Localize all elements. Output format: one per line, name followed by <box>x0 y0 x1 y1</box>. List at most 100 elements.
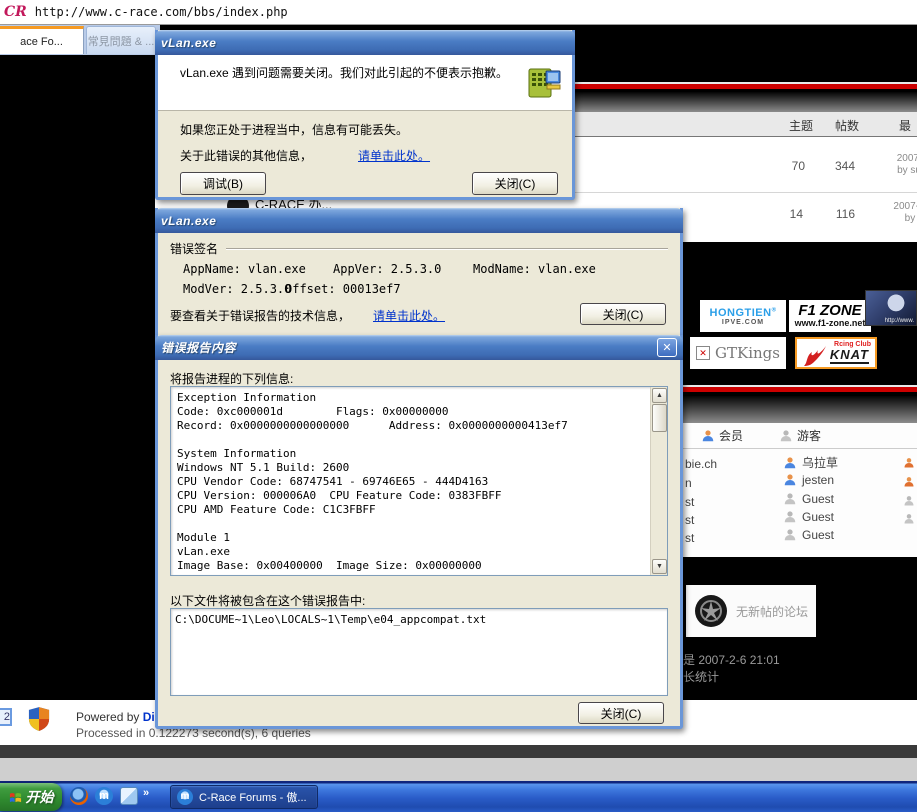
dialog-title: vLan.exe <box>161 35 217 50</box>
banner-hongtien[interactable]: HONGTIEN® IPVE.COM <box>700 300 786 332</box>
col-lastpost: 最 <box>898 119 911 133</box>
site-logo-icon: CR <box>4 4 27 20</box>
broken-image-icon: ✕ <box>696 346 711 360</box>
dialog-title: 错误报告内容 <box>161 341 237 355</box>
appver-value: AppVer: 2.5.3.0 <box>333 262 442 276</box>
row1-last-date: 2007 <box>896 153 917 164</box>
dialog-error-signature: vLan.exe 错误签名 AppName: vlan.exe AppVer: … <box>155 208 683 338</box>
modname-value: ModName: vlan.exe <box>473 262 596 276</box>
dialog-title: vLan.exe <box>161 213 217 228</box>
stats-link-fragment[interactable]: 长统计 <box>683 668 719 685</box>
forum-status-legend: 无新帖的论坛 <box>686 585 816 637</box>
guest-icon <box>904 496 914 506</box>
close-icon[interactable]: ✕ <box>657 338 677 357</box>
user-fragment[interactable]: bie.ch <box>685 457 717 471</box>
statusbar-dark <box>0 745 917 758</box>
tab-faq[interactable]: 常見問題 & ... <box>86 26 156 54</box>
scroll-down-icon[interactable]: ▼ <box>652 559 667 574</box>
address-bar[interactable]: CR http://www.c-race.com/bbs/index.php <box>0 0 917 25</box>
file-path: C:\DOCUME~1\Leo\LOCALS~1\Temp\e04_appcom… <box>175 613 487 626</box>
quicklaunch-overflow-chevron[interactable]: » <box>143 787 149 799</box>
dialog-titlebar[interactable]: vLan.exe <box>155 30 575 55</box>
guest-icon <box>784 511 796 523</box>
no-new-posts-label: 无新帖的论坛 <box>736 604 809 619</box>
file-list-box[interactable]: C:\DOCUME~1\Leo\LOCALS~1\Temp\e04_appcom… <box>170 608 668 696</box>
member-icon <box>904 458 914 468</box>
guest-icon <box>784 493 796 505</box>
dialog-crash: vLan.exe vLan.exe 遇到问题需要关闭。我们对此引起的不便表示抱歉… <box>155 30 575 200</box>
taskbar: 开始 m » m C-Race Forums - 傲... <box>0 781 917 812</box>
username: Guest <box>802 492 835 506</box>
click-here-link[interactable]: 请单击此处。 <box>373 307 445 324</box>
included-files-label: 以下文件将被包含在这个错误报告中: <box>170 594 366 608</box>
firefox-icon[interactable] <box>70 787 88 805</box>
user-fragment[interactable]: n <box>685 476 692 490</box>
col-posts: 帖数 <box>834 119 859 133</box>
row1-topics: 70 <box>791 159 805 173</box>
banner-anime[interactable]: http://www. <box>865 290 917 326</box>
offset-value: Offset: 00013ef7 <box>285 282 401 296</box>
banner-f1zone[interactable]: F1 ZONE www.f1-zone.net <box>789 300 871 332</box>
tab-strip: ace Fo... 常見問題 & ... <box>0 25 160 55</box>
crash-message-panel: vLan.exe 遇到问题需要关闭。我们对此引起的不便表示抱歉。 <box>158 55 572 111</box>
online-legend: 会员 游客 <box>683 423 917 449</box>
error-signature-group: 错误签名 <box>170 240 668 257</box>
sidebar-badge[interactable]: 2 <box>0 708 12 726</box>
maxthon-icon: m <box>177 789 193 805</box>
report-info-label: 将报告进程的下列信息: <box>170 372 294 386</box>
tab-crace-forums[interactable]: ace Fo... <box>0 26 84 54</box>
url-text[interactable]: http://www.c-race.com/bbs/index.php <box>35 5 288 19</box>
row2-topics: 14 <box>789 207 803 221</box>
debug-button[interactable]: 调试(B) <box>180 172 266 195</box>
click-here-link[interactable]: 请单击此处。 <box>358 147 478 164</box>
dialog-error-report-contents: 错误报告内容 ✕ 将报告进程的下列信息: Exception Informati… <box>155 335 683 729</box>
member-icon <box>702 429 714 441</box>
username[interactable]: 乌拉草 <box>802 454 838 471</box>
tech-info-text: 要查看关于错误报告的技术信息， <box>170 309 351 323</box>
guest-icon <box>784 529 796 541</box>
member-icon <box>784 474 796 486</box>
username: Guest <box>802 510 835 524</box>
guest-icon <box>780 429 792 441</box>
banner-gtkings[interactable]: ✕ GTKings <box>690 337 786 369</box>
task-button-crace[interactable]: m C-Race Forums - 傲... <box>170 785 318 809</box>
security-shield-icon <box>28 707 50 731</box>
col-topics: 主题 <box>788 119 813 133</box>
report-text: Exception Information Code: 0xc000001d F… <box>177 391 568 572</box>
windows-flag-icon <box>9 792 21 802</box>
error-report-icon <box>528 68 561 98</box>
user-fragment[interactable]: st <box>685 531 694 545</box>
row2-last-by: by s <box>904 213 917 224</box>
crash-message: vLan.exe 遇到问题需要关闭。我们对此引起的不便表示抱歉。 <box>180 66 509 80</box>
username: Guest <box>802 528 835 542</box>
scroll-thumb[interactable] <box>652 404 667 432</box>
row1-last-by: by su <box>897 165 917 176</box>
close-button[interactable]: 关闭(C) <box>472 172 558 195</box>
data-loss-warning: 如果您正处于进程当中，信息有可能丢失。 <box>180 123 409 137</box>
statusbar-gray <box>0 758 917 781</box>
user-fragment[interactable]: st <box>685 495 694 509</box>
member-icon <box>904 477 914 487</box>
row2-posts: 116 <box>835 207 855 221</box>
modver-value: ModVer: 2.5.3.0 <box>183 282 292 296</box>
current-time-fragment: 是 2007-2-6 21:01 <box>683 653 780 667</box>
close-button[interactable]: 关闭(C) <box>578 702 664 724</box>
start-button[interactable]: 开始 <box>0 783 62 811</box>
dialog-titlebar[interactable]: vLan.exe <box>155 208 683 233</box>
appname-value: AppName: vlan.exe <box>183 262 306 276</box>
flame-icon <box>804 346 826 366</box>
scrollbar[interactable]: ▲ ▼ <box>650 387 667 575</box>
wheel-icon <box>695 595 727 627</box>
row2-last-date: 2007- <box>893 201 917 212</box>
close-button[interactable]: 关闭(C) <box>580 303 666 325</box>
dialog-titlebar[interactable]: 错误报告内容 ✕ <box>155 335 683 360</box>
more-info-row: 关于此错误的其他信息， 请单击此处。 <box>180 147 430 164</box>
user-fragment[interactable]: st <box>685 513 694 527</box>
username[interactable]: jesten <box>802 473 834 487</box>
scroll-up-icon[interactable]: ▲ <box>652 388 667 403</box>
banner-knat[interactable]: Rcing Club KNAT <box>795 337 877 369</box>
maxthon-icon[interactable]: m <box>95 787 113 805</box>
quicklaunch-icon[interactable] <box>120 787 138 805</box>
row1-posts: 344 <box>834 159 855 173</box>
report-textarea[interactable]: Exception Information Code: 0xc000001d F… <box>170 386 668 576</box>
